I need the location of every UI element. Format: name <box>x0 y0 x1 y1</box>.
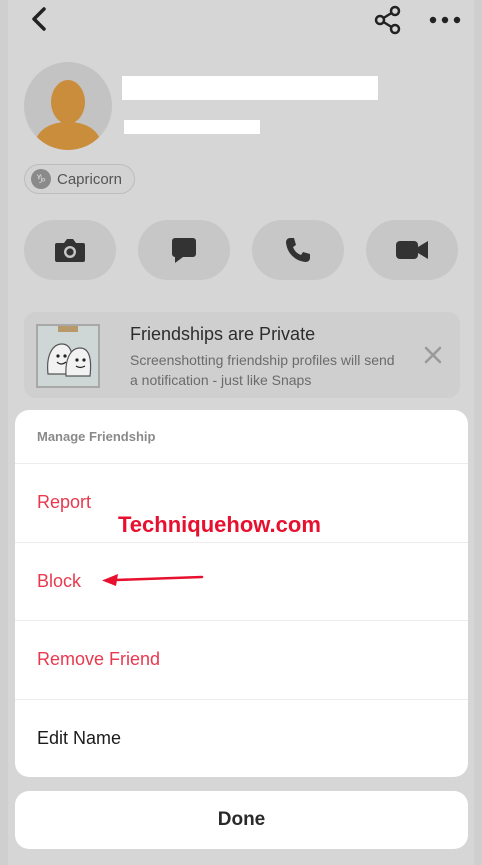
remove-friend-option[interactable]: Remove Friend <box>15 621 468 700</box>
share-button[interactable] <box>372 4 404 36</box>
annotation-arrow-icon <box>102 574 204 586</box>
more-options-button[interactable] <box>426 6 464 34</box>
notice-body: Screenshotting friendship profiles will … <box>130 352 395 388</box>
camera-icon <box>55 239 85 262</box>
chat-button[interactable] <box>138 220 230 280</box>
more-dots-icon <box>429 16 461 24</box>
phone-icon <box>286 238 310 262</box>
avatar[interactable] <box>24 62 112 150</box>
edit-name-option[interactable]: Edit Name <box>15 700 468 778</box>
profile-screen: ♑ Capricorn Friendships are Private Scre… <box>8 0 474 865</box>
notice-title: Friendships are Private <box>130 324 316 344</box>
share-icon <box>374 5 401 35</box>
back-arrow-icon <box>32 7 46 31</box>
video-call-button[interactable] <box>366 220 458 280</box>
camera-button[interactable] <box>24 220 116 280</box>
block-option[interactable]: Block <box>15 543 468 621</box>
avatar-silhouette-icon <box>32 80 104 150</box>
zodiac-label: Capricorn <box>57 170 123 188</box>
ghost-friends-illustration <box>36 324 100 388</box>
call-button[interactable] <box>252 220 344 280</box>
redacted-display-name <box>122 76 378 100</box>
sheet-header: Manage Friendship <box>15 410 468 464</box>
chat-icon <box>172 238 196 263</box>
video-icon <box>396 241 428 259</box>
close-notice-button[interactable] <box>422 344 444 366</box>
redacted-username <box>124 120 260 134</box>
back-button[interactable] <box>24 4 54 34</box>
privacy-notice-card: Friendships are Private Screenshotting f… <box>24 312 460 398</box>
action-row <box>24 220 460 280</box>
manage-friendship-sheet: Manage Friendship Report Block Remove Fr… <box>15 410 468 777</box>
capricorn-icon: ♑ <box>31 169 51 189</box>
close-icon <box>424 346 442 364</box>
watermark: Techniquehow.com <box>118 512 321 537</box>
zodiac-chip[interactable]: ♑ Capricorn <box>24 164 136 194</box>
top-bar <box>8 0 474 40</box>
done-button[interactable]: Done <box>15 791 468 849</box>
